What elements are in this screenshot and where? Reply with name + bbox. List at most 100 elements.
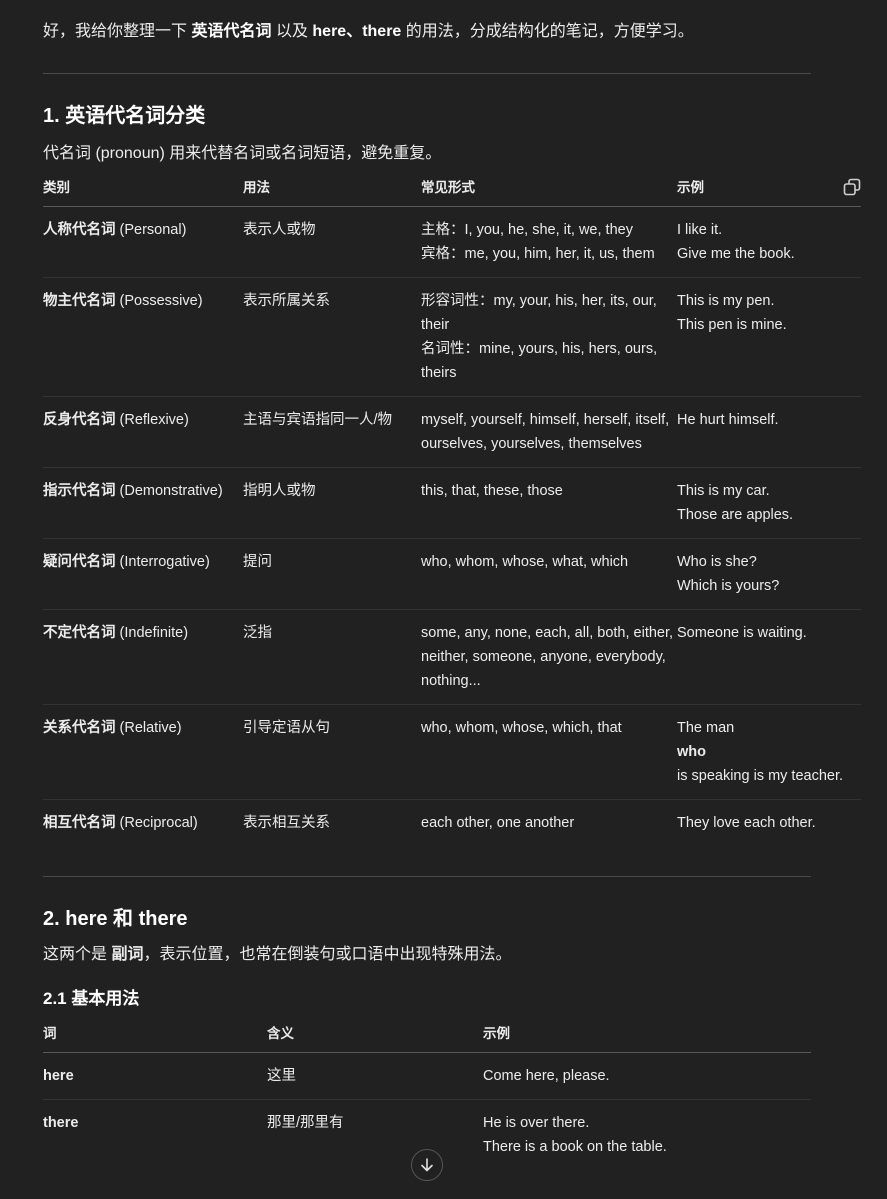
example-line: Give me the book. [677,246,795,262]
cell-examples: He hurt himself. [677,396,861,468]
example-line: This pen is mine. [677,317,787,333]
example-line: Come here, please. [483,1068,610,1084]
form-line: 名词性：mine, yours, his, hers, ours, theirs [421,341,658,381]
table-row: 不定代名词 (Indefinite) 泛指 some, any, none, eac… [43,609,861,705]
header-usage: 用法 [243,176,421,207]
cell-usage: 指明人或物 [243,467,421,539]
form-line: each other, one another [421,815,575,831]
cell-forms: 主格：I, you, he, she, it, we, they 宾格：me, y… [421,206,677,278]
cell-category: 不定代名词 (Indefinite) [43,609,243,705]
example-text: The man [677,720,735,736]
cell-usage: 表示相互关系 [243,815,330,831]
header-forms: 常见形式 [421,176,677,207]
cell-examples: They love each other. [677,800,861,847]
cell-example: Come here, please. [483,1052,811,1100]
form-line: 宾格：me, you, him, her, it, us, them [421,246,655,262]
header-category: 类别 [43,176,243,207]
table-header-row: 类别 用法 常见形式 示例 [43,176,861,207]
cell-examples: The man who is speaking is my teacher. [677,704,861,800]
intro-bold-2: here、there [312,23,402,40]
cell-category: 相互代名词 (Reciprocal) [43,800,243,847]
header-meaning: 含义 [267,1022,483,1053]
category-name-en: (Reflexive) [115,412,189,428]
section2-lead: 这两个是 副词，表示位置，也常在倒装句或口语中出现特殊用法。 [43,943,861,967]
cell-forms: some, any, none, each, all, both, either… [421,609,677,705]
cell-usage: 引导定语从句 [243,704,421,800]
cell-meaning: 这里 [267,1052,483,1100]
category-name-en: (Relative) [115,720,182,736]
category-name-zh: 关系代名词 [43,720,116,736]
category-name-en: (Possessive) [115,293,203,309]
divider [43,876,811,877]
pronoun-table-wrapper: 类别 用法 常见形式 示例 人称代名词 (Personal) 表示人或物 主格：I,… [43,176,861,846]
table-row: 关系代名词 (Relative) 引导定语从句 who, whom, whose, … [43,704,861,800]
table-row: 相互代名词 (Reciprocal) 表示相互关系 each other, one … [43,800,861,847]
intro-text-2: 以及 [275,23,308,40]
section2-lead-bold: 副词 [111,946,144,963]
example-line: He is over there. [483,1115,590,1131]
conversation-content: 好，我给你整理一下 英语代名词 以及 here、there 的用法，分成结构化的… [43,0,861,1170]
example-line: He hurt himself. [677,412,779,428]
header-word: 词 [43,1022,267,1053]
section2-lead-text-1: 这两个是 [43,946,112,963]
example-line: They love each other. [677,815,816,831]
intro-bold-1: 英语代名词 [191,23,272,40]
table-header-row: 词 含义 示例 [43,1022,811,1053]
table-row: 指示代名词 (Demonstrative) 指明人或物 this, that, th… [43,467,861,539]
table-row: 物主代名词 (Possessive) 表示所属关系 形容词性：my, your, h… [43,277,861,397]
section1-lead: 代名词 (pronoun) 用来代替名词或名词短语，避免重复。 [43,145,442,162]
section2-title: 2. here 和 there [43,908,188,930]
example-line: Someone is waiting. [677,625,807,641]
example-line: There is a book on the table. [483,1139,667,1155]
category-name-zh: 物主代名词 [43,293,116,309]
cell-category: 关系代名词 (Relative) [43,704,243,800]
cell-forms: who, whom, whose, which, that [421,704,677,800]
cell-category: 疑问代名词 (Interrogative) [43,538,243,610]
category-name-en: (Reciprocal) [115,815,198,831]
cell-usage: 主语与宾语指同一人/物 [243,396,421,468]
header-examples: 示例 [677,176,861,207]
copy-icon[interactable] [843,178,861,196]
example-line: This is my pen. [677,293,775,309]
cell-forms: 形容词性：my, your, his, her, its, our, their… [421,277,677,397]
category-name-en: (Personal) [115,222,187,238]
intro-paragraph: 好，我给你整理一下 英语代名词 以及 here、there 的用法，分成结构化的… [43,20,861,44]
section2-subtitle: 2.1 基本用法 [43,989,140,1008]
cell-forms: this, that, these, those [421,467,677,539]
form-line: 形容词性：my, your, his, her, its, our, their [421,293,657,333]
cell-forms: myself, yourself, himself, herself, itse… [421,396,677,468]
example-line: Which is yours? [677,578,780,594]
example-line: I like it. [677,222,723,238]
table-row: 疑问代名词 (Interrogative) 提问 who, whom, whose,… [43,538,861,610]
cell-example: He is over there. There is a book on the … [483,1100,811,1171]
pronoun-table: 类别 用法 常见形式 示例 人称代名词 (Personal) 表示人或物 主格：I,… [43,176,861,846]
cell-forms: who, whom, whose, what, which [421,538,677,610]
here-there-table: 词 含义 示例 here 这里 Come here, please. there 那里/… [43,1022,811,1170]
cell-usage: 表示人或物 [243,206,421,278]
cell-usage: 表示所属关系 [243,277,421,397]
example-line: Who is she? [677,554,757,570]
form-line: some, any, none, each, all, both, either… [421,625,674,689]
cell-word: there [43,1115,79,1131]
category-name-zh: 反身代名词 [43,412,116,428]
category-name-en: (Indefinite) [115,625,189,641]
scroll-to-bottom-button[interactable] [411,1149,443,1181]
cell-category: 反身代名词 (Reflexive) [43,396,243,468]
intro-text-3: 的用法，分成结构化的笔记，方便学习。 [405,23,694,40]
table-row: here 这里 Come here, please. [43,1052,811,1100]
cell-category: 指示代名词 (Demonstrative) [43,467,243,539]
example-line: This is my car. [677,483,770,499]
cell-category: 人称代名词 (Personal) [43,206,243,278]
cell-examples: Who is she? Which is yours? [677,538,861,610]
category-name-zh: 指示代名词 [43,483,116,499]
table-row: 反身代名词 (Reflexive) 主语与宾语指同一人/物 myself, your… [43,396,861,468]
example-bold: who [677,744,706,760]
form-line: myself, yourself, himself, herself, itse… [421,412,670,452]
cell-examples: I like it. Give me the book. [677,206,861,278]
form-line: who, whom, whose, which, that [421,720,622,736]
cell-examples: This is my pen. This pen is mine. [677,277,861,397]
form-line: 主格：I, you, he, she, it, we, they [421,222,633,238]
cell-examples: This is my car. Those are apples. [677,467,861,539]
cell-examples: Someone is waiting. [677,609,861,705]
section1-title: 1. 英语代名词分类 [43,105,206,127]
